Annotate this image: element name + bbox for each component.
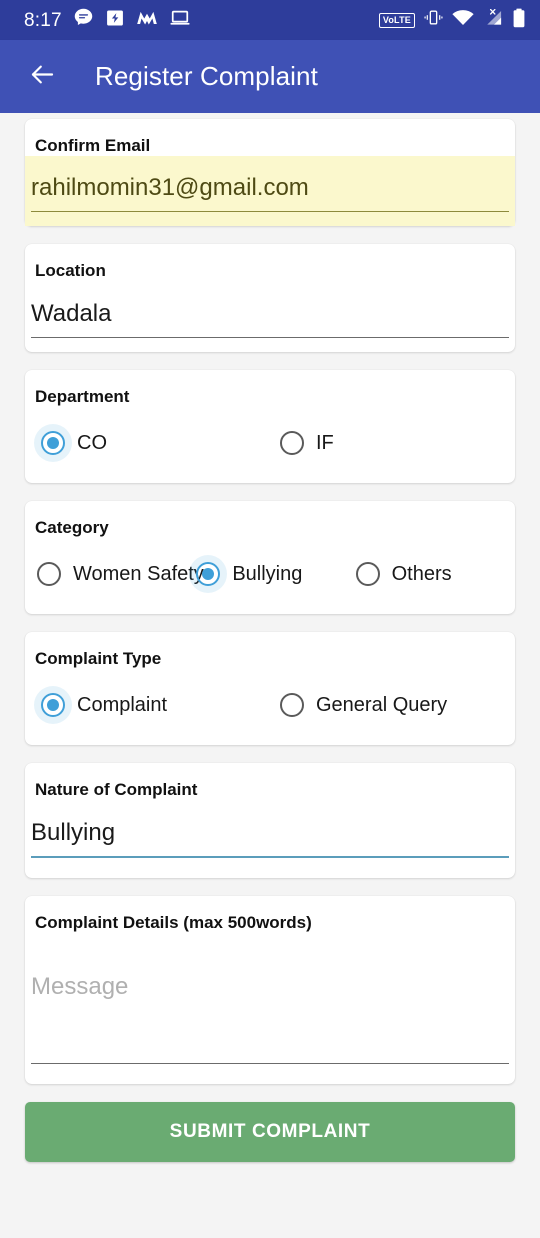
messages-icon	[73, 7, 94, 33]
radio-selected-icon[interactable]	[196, 562, 221, 586]
location-inner: Location	[25, 260, 515, 351]
department-label: Department	[35, 386, 130, 406]
confirm-email-input[interactable]	[31, 174, 509, 213]
complaint-details-textarea[interactable]	[31, 970, 509, 1064]
category-option-women-safety[interactable]: Women Safety	[31, 562, 204, 586]
confirm-email-field-wrap	[25, 156, 515, 227]
arrow-left-icon	[29, 61, 56, 93]
status-bar-left: 8:17	[24, 7, 191, 33]
location-field	[31, 282, 509, 338]
nature-of-complaint-spacer	[31, 858, 509, 878]
status-bar-clock: 8:17	[24, 9, 62, 31]
department-option-if[interactable]: IF	[270, 430, 509, 455]
complaint-type-option-complaint[interactable]: Complaint	[31, 693, 270, 718]
confirm-email-card: Confirm Email	[25, 119, 515, 227]
nature-of-complaint-input[interactable]	[31, 818, 509, 858]
category-option-bullying[interactable]: Bullying	[190, 562, 349, 586]
submit-complaint-button[interactable]: SUBMIT COMPLAINT	[25, 1101, 515, 1162]
category-radio-group: Women Safety Bullying Others	[31, 538, 509, 614]
calendar-event-icon	[105, 8, 125, 33]
location-input[interactable]	[31, 299, 509, 338]
nature-of-complaint-field	[31, 801, 509, 858]
complaint-type-label: Complaint Type	[35, 649, 162, 668]
department-card: Department CO IF	[25, 369, 515, 483]
cellular-signal-no-sim-icon	[483, 8, 503, 32]
laptop-icon	[169, 8, 191, 33]
nature-of-complaint-label: Nature of Complaint	[35, 780, 198, 800]
radio-selected-icon[interactable]	[41, 430, 65, 455]
complaint-details-label: Complaint Details (max 500words)	[35, 912, 312, 932]
radio-unselected-icon[interactable]	[37, 562, 61, 586]
form-scroll-area[interactable]: Confirm Email Location	[0, 113, 540, 1238]
category-inner: Category Women Safety Bullying Others	[25, 517, 515, 614]
battery-icon	[512, 8, 526, 33]
vibrate-icon	[424, 8, 443, 32]
back-button[interactable]	[22, 57, 62, 97]
complaint-details-card: Complaint Details (max 500words)	[25, 895, 515, 1084]
complaint-type-option-general-query-label: General Query	[316, 694, 448, 717]
confirm-email-spacer	[31, 212, 509, 226]
complaint-type-card: Complaint Type Complaint General Query	[25, 632, 515, 746]
page-title: Register Complaint	[95, 61, 318, 91]
radio-unselected-icon[interactable]	[355, 562, 380, 586]
app-bar: Register Complaint	[0, 40, 540, 113]
volte-icon: VoLTE	[378, 12, 415, 28]
radio-selected-icon[interactable]	[41, 693, 65, 718]
complaint-type-radio-group: Complaint General Query	[31, 669, 509, 745]
department-option-co-label: CO	[77, 431, 107, 454]
category-option-bullying-label: Bullying	[232, 563, 303, 585]
nature-of-complaint-inner: Nature of Complaint	[25, 779, 515, 877]
confirm-email-field	[31, 156, 509, 213]
nature-of-complaint-card: Nature of Complaint	[25, 763, 515, 878]
radio-unselected-icon[interactable]	[280, 430, 304, 455]
complaint-type-option-complaint-label: Complaint	[77, 694, 168, 717]
complaint-details-inner: Complaint Details (max 500words)	[25, 912, 515, 1084]
status-bar: 8:17 VoLTE	[0, 0, 540, 40]
complaint-type-option-general-query[interactable]: General Query	[270, 693, 509, 718]
location-label: Location	[35, 261, 106, 281]
confirm-email-inner: Confirm Email	[25, 135, 515, 156]
wifi-icon	[452, 9, 474, 31]
department-inner: Department CO IF	[25, 386, 515, 483]
location-spacer	[31, 338, 509, 352]
confirm-email-label: Confirm Email	[35, 136, 151, 155]
complaint-details-field	[31, 933, 509, 1064]
complaint-details-spacer	[31, 1064, 509, 1084]
complaint-type-inner: Complaint Type Complaint General Query	[25, 648, 515, 745]
category-option-others[interactable]: Others	[350, 562, 509, 586]
category-card: Category Women Safety Bullying Others	[25, 500, 515, 614]
monzo-app-icon	[136, 8, 158, 33]
department-radio-group: CO IF	[31, 407, 509, 483]
location-card: Location	[25, 244, 515, 352]
app-screen: 8:17 VoLTE Register Complaint Confirm Em…	[0, 0, 540, 1238]
department-option-co[interactable]: CO	[31, 430, 270, 455]
department-option-if-label: IF	[316, 431, 334, 454]
category-option-women-safety-label: Women Safety	[73, 563, 204, 585]
status-bar-right: VoLTE	[378, 8, 526, 33]
radio-unselected-icon[interactable]	[280, 693, 304, 718]
category-label: Category	[35, 517, 109, 537]
confirm-email-autofill-highlight	[25, 156, 515, 227]
category-option-others-label: Others	[391, 563, 452, 585]
